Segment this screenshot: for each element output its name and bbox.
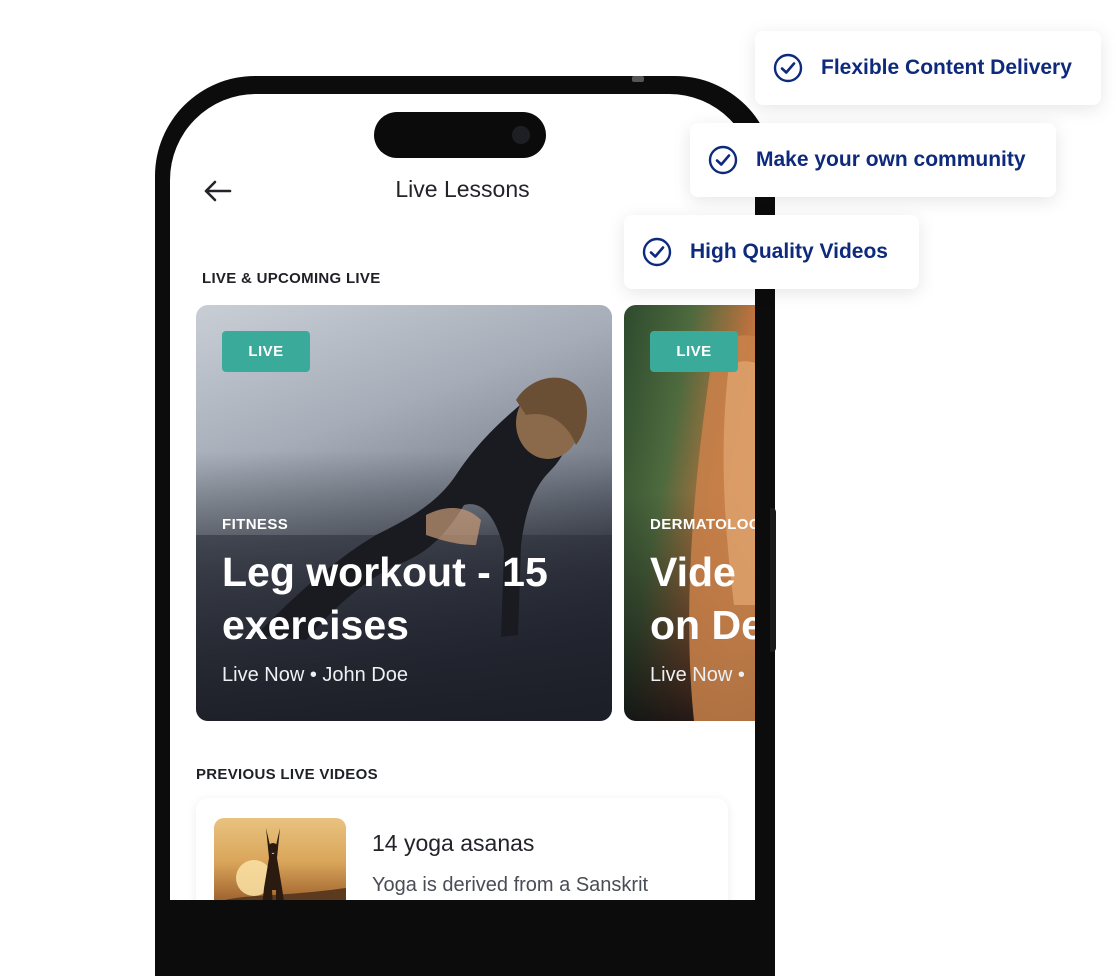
card-category: DERMATOLOG	[650, 516, 755, 533]
phone-volume-button	[632, 76, 644, 82]
check-circle-icon	[708, 145, 738, 175]
previous-video-item[interactable]: 14 yoga asanas Yoga is derived from a Sa…	[196, 798, 728, 900]
video-description: Yoga is derived from a Sanskrit	[372, 874, 649, 896]
live-badge: LIVE	[650, 331, 738, 372]
video-title: 14 yoga asanas	[372, 830, 535, 856]
card-title-line: Vide	[650, 549, 736, 595]
card-meta: Live Now • John Doe	[222, 664, 408, 686]
phone-side-button	[770, 508, 776, 652]
dynamic-island	[374, 112, 546, 158]
check-circle-icon	[642, 237, 672, 267]
page-title: Live Lessons	[395, 176, 530, 202]
previous-section-label: PREVIOUS LIVE VIDEOS	[196, 766, 378, 783]
card-title-line: Leg workout - 15	[222, 549, 548, 595]
card-title-line: exercises	[222, 602, 409, 648]
feature-label: Make your own community	[756, 148, 1026, 171]
feature-label: High Quality Videos	[690, 240, 888, 263]
card-meta: Live Now •	[650, 664, 745, 686]
card-title: Leg workout - 15 exercises	[222, 546, 602, 652]
feature-pill: Flexible Content Delivery	[755, 31, 1101, 105]
yoga-thumbnail	[214, 818, 346, 900]
check-circle-icon	[773, 53, 803, 83]
card-title-line: on De	[650, 602, 755, 648]
feature-label: Flexible Content Delivery	[821, 56, 1072, 79]
live-card[interactable]: LIVE DERMATOLOG Vide on De Live Now •	[624, 305, 755, 721]
card-title: Vide on De	[650, 546, 755, 652]
feature-pill: Make your own community	[690, 123, 1056, 197]
live-badge: LIVE	[222, 331, 310, 372]
feature-pill: High Quality Videos	[624, 215, 919, 289]
card-category: FITNESS	[222, 516, 289, 533]
live-section-label: LIVE & UPCOMING LIVE	[202, 270, 381, 287]
live-card[interactable]: LIVE FITNESS Leg workout - 15 exercises …	[196, 305, 612, 721]
